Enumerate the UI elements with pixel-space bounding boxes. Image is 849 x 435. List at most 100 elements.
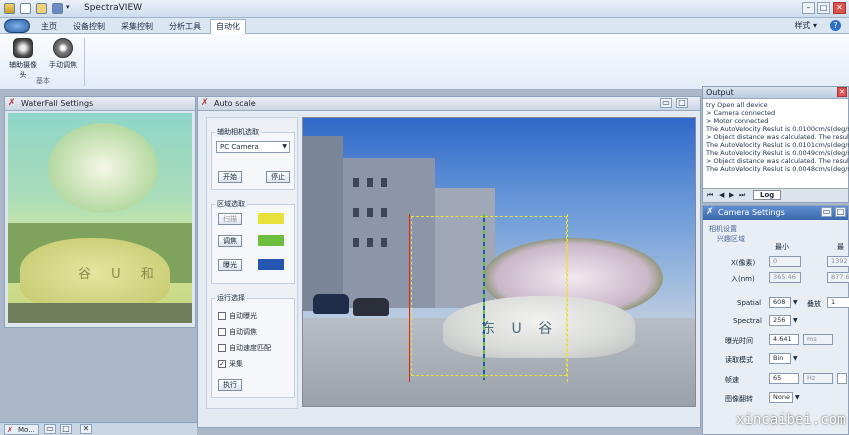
focus-region-swatch [258, 235, 284, 246]
output-title-bar[interactable]: Output ✕ [703, 87, 848, 99]
window [367, 178, 373, 187]
flip-select[interactable]: None [769, 392, 793, 403]
maximize-button[interactable]: □ [817, 2, 830, 14]
quick-access-dropdown-icon[interactable]: ▾ [66, 3, 74, 14]
tab-device-control[interactable]: 设备控制 [68, 20, 110, 33]
restore-button[interactable]: ▭ [44, 424, 56, 434]
framerate-unit-select[interactable]: Hz [803, 373, 833, 384]
log-line: > Camera connected [706, 109, 776, 117]
binning-input[interactable]: 1 [827, 297, 849, 308]
camera-section-title: 相机设置 [709, 225, 737, 233]
nav-next-icon[interactable]: ▶ [729, 191, 734, 199]
chevron-down-icon[interactable]: ▼ [795, 394, 800, 401]
log-line: > Object distance was calculated. The re… [706, 133, 849, 141]
exposure-region-swatch [258, 259, 284, 270]
focus-line-overlay[interactable] [483, 214, 485, 380]
pin-icon[interactable]: ✗ [706, 208, 716, 217]
tab-acquisition-control[interactable]: 采集控制 [116, 20, 158, 33]
camera-settings-window: ✗ Camera Settings ▭ □ 相机设置 兴趣区域 最小 最 X(像… [702, 205, 849, 435]
maximize-button[interactable]: □ [676, 98, 688, 108]
framerate-input[interactable]: 65 [769, 373, 799, 384]
waterfall-title-bar[interactable]: ✗ WaterFall Settings [5, 97, 195, 111]
tab-home[interactable]: 主页 [36, 20, 62, 33]
camera-select[interactable]: PC Camera ▼ [216, 141, 290, 153]
camera-settings-title-bar[interactable]: ✗ Camera Settings ▭ □ [703, 206, 848, 220]
help-icon[interactable]: ? [830, 20, 841, 31]
car [353, 298, 389, 316]
scan-region-swatch [258, 213, 284, 224]
column-max: 最 [837, 243, 844, 251]
nav-first-icon[interactable]: ⏮ [707, 191, 713, 200]
chevron-down-icon[interactable]: ▼ [793, 317, 798, 324]
x-min-input[interactable]: 0 [769, 256, 801, 267]
nav-prev-icon[interactable]: ◀ [719, 191, 724, 199]
readout-label: 读取模式 [725, 356, 753, 364]
execute-button[interactable]: 执行 [218, 379, 242, 391]
tab-minimized-window[interactable]: ✗ Mo... [4, 424, 39, 435]
stop-button[interactable]: 停止 [266, 171, 290, 183]
camera-group-title: 辅助相机选取 [215, 127, 261, 137]
spectral-select[interactable]: 256 [769, 315, 791, 326]
focus-region-button[interactable]: 调焦 [218, 235, 242, 247]
acquire-checkbox[interactable]: ✓ 采集 [218, 359, 243, 369]
spatial-select[interactable]: 608 [769, 297, 791, 308]
scan-region-overlay[interactable] [411, 216, 567, 376]
manual-focus-button[interactable]: 手动调焦 [46, 38, 80, 70]
log-line: The AutoVelocity Reslut is 0.0049cm/s(de… [706, 149, 849, 157]
style-menu[interactable]: 样式 ▾ [794, 20, 817, 31]
nav-last-icon[interactable]: ⏭ [739, 191, 745, 200]
pin-icon[interactable]: ✗ [201, 99, 211, 108]
spectral-label: Spectral [733, 317, 762, 325]
camera-select-group: 辅助相机选取 PC Camera ▼ 开始 停止 [211, 127, 295, 190]
window [353, 208, 359, 217]
auto-focus-checkbox[interactable]: 自动调焦 [218, 327, 257, 337]
minimize-button[interactable]: ▭ [660, 98, 672, 108]
auxiliary-camera-button[interactable]: 辅助摄像头 [6, 38, 40, 80]
output-log: try Open all device > Camera connected >… [703, 99, 849, 173]
wavelength-min-input[interactable]: 365.46 [769, 272, 801, 283]
auto-exposure-checkbox[interactable]: 自动曝光 [218, 311, 257, 321]
readout-select[interactable]: Bin [769, 353, 791, 364]
auto-speed-match-checkbox[interactable]: 自动速度匹配 [218, 343, 271, 353]
camera-preview[interactable]: 东 U 谷 [302, 117, 696, 407]
tab-log[interactable]: Log [753, 190, 782, 200]
tab-analysis-tools[interactable]: 分析工具 [164, 20, 206, 33]
log-line: The AutoVelocity Reslut is 0.0101cm/s(de… [706, 141, 849, 149]
close-button[interactable]: ✕ [80, 424, 92, 434]
control-panel: 辅助相机选取 PC Camera ▼ 开始 停止 区域选取 扫描 调焦 曝光 运… [206, 117, 298, 409]
window [381, 208, 387, 217]
minimize-button[interactable]: ▭ [821, 207, 832, 217]
save-icon[interactable] [52, 3, 63, 14]
x-max-input[interactable]: 1392 [827, 256, 849, 267]
minimize-button[interactable]: – [802, 2, 815, 14]
open-folder-icon[interactable] [36, 3, 47, 14]
close-icon[interactable]: ✕ [837, 87, 847, 97]
start-button[interactable]: 开始 [218, 171, 242, 183]
log-line: The AutoVelocity Reslut is 0.0100cm/s(de… [706, 125, 849, 133]
wavelength-max-input[interactable]: 877.6 [827, 272, 849, 283]
close-button[interactable]: ✕ [833, 2, 846, 14]
scan-position-line[interactable] [409, 214, 410, 382]
pin-icon[interactable]: ✗ [8, 99, 18, 108]
application-menu-button[interactable] [4, 19, 30, 33]
exposure-region-button[interactable]: 曝光 [218, 259, 242, 271]
output-title: Output [706, 88, 734, 97]
spatial-label: Spatial [737, 299, 762, 307]
maximize-button[interactable]: □ [60, 424, 72, 434]
new-file-icon[interactable] [20, 3, 31, 14]
exposure-input[interactable]: 4.641 [769, 334, 799, 345]
maximize-button[interactable]: □ [835, 207, 846, 217]
chevron-down-icon[interactable]: ▼ [793, 299, 798, 306]
chevron-down-icon[interactable]: ▼ [793, 355, 798, 362]
auto-scale-title-bar[interactable]: ✗ Auto scale ▭ □ [198, 97, 700, 111]
scan-region-button[interactable]: 扫描 [218, 213, 242, 225]
checkbox-box [218, 328, 226, 336]
tree-blossom [48, 123, 158, 213]
log-line: > Object distance was calculated. The re… [706, 157, 849, 165]
exposure-unit-select[interactable]: ms [803, 334, 833, 345]
roi-title: 兴趣区域 [717, 235, 745, 243]
auto-scale-window: ✗ Auto scale ▭ □ 辅助相机选取 PC Camera ▼ 开始 停… [197, 96, 701, 428]
framerate-checkbox[interactable] [837, 373, 847, 384]
binning-label: 叠放 [807, 300, 821, 308]
tab-automation[interactable]: 自动化 [210, 19, 246, 34]
